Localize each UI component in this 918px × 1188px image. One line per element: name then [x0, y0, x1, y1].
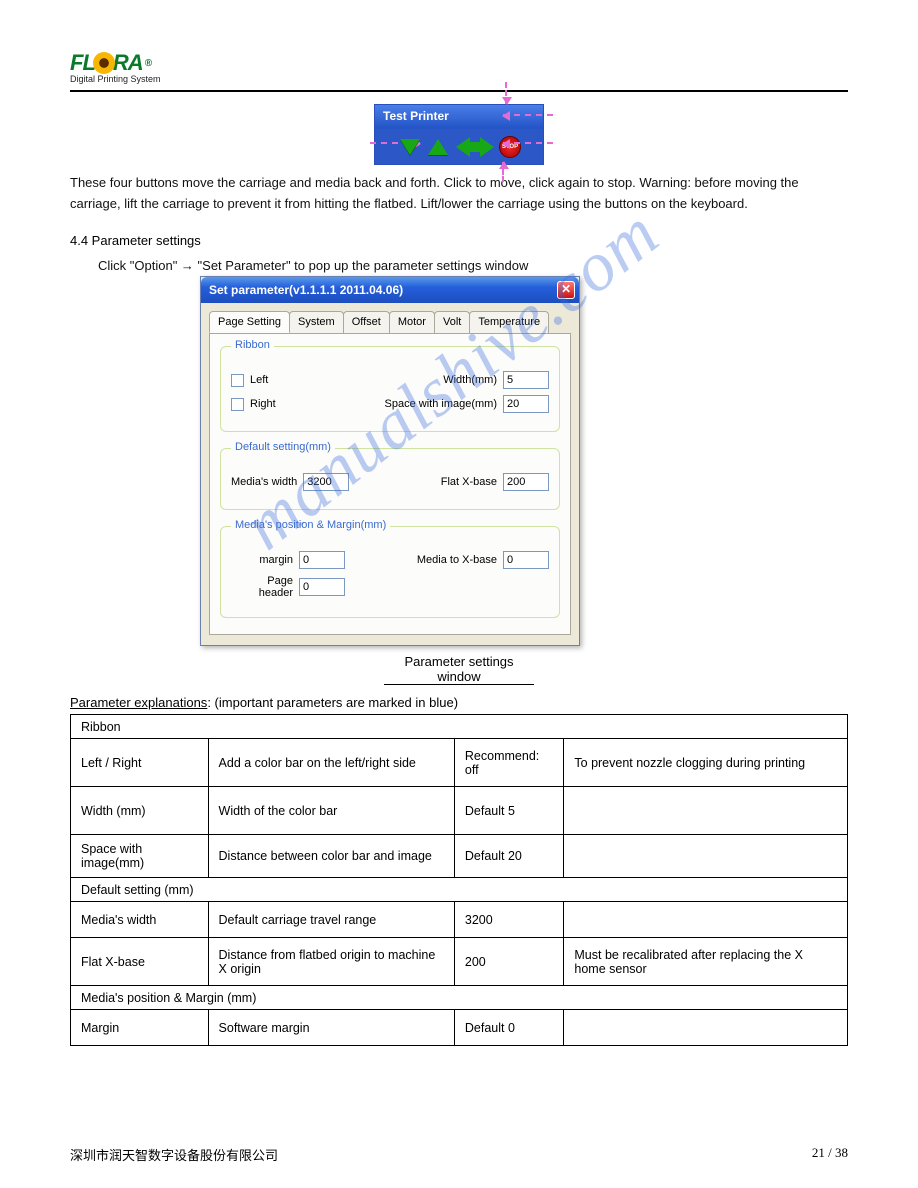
input-flat[interactable]	[503, 473, 549, 491]
explain-lead: Parameter explanations	[70, 695, 207, 710]
table-row: Left / Right Add a color bar on the left…	[71, 739, 848, 787]
explain-tail: : (important parameters are marked in bl…	[207, 695, 458, 710]
window-title: Set parameter(v1.1.1.1 2011.04.06)	[209, 283, 403, 297]
window-titlebar: Set parameter(v1.1.1.1 2011.04.06) ✕	[201, 277, 579, 303]
group-ribbon: Ribbon Left Width(mm) Right Space with i…	[220, 346, 560, 432]
group-margin-title: Media's position & Margin(mm)	[231, 519, 390, 531]
label-flat: Flat X-base	[441, 476, 497, 488]
table-row: Margin Software margin Default 0	[71, 1010, 848, 1046]
explain-heading: Parameter explanations: (important param…	[70, 695, 848, 710]
paragraph-1: These four buttons move the carriage and…	[70, 173, 848, 215]
input-space[interactable]	[503, 395, 549, 413]
set-parameter-window: Set parameter(v1.1.1.1 2011.04.06) ✕ Pag…	[200, 276, 580, 646]
table-row: Width (mm) Width of the color bar Defaul…	[71, 787, 848, 835]
dashed-pointer-right	[503, 142, 553, 144]
label-margin: margin	[231, 554, 293, 566]
close-button[interactable]: ✕	[557, 281, 575, 299]
move-down-button[interactable]	[397, 134, 423, 160]
label-left: Left	[250, 374, 268, 386]
table-row: Media's width Default carriage travel ra…	[71, 902, 848, 938]
checkbox-right[interactable]	[231, 398, 244, 411]
tab-system[interactable]: System	[289, 311, 344, 333]
dashed-pointer-bottom	[502, 162, 504, 182]
arrow-left-right-icon	[456, 137, 494, 157]
table-row: Space with image(mm) Distance between co…	[71, 835, 848, 878]
input-margin[interactable]	[299, 551, 345, 569]
tab-temperature[interactable]: Temperature	[469, 311, 549, 333]
logo-left: FL	[70, 50, 95, 76]
tab-body: Ribbon Left Width(mm) Right Space with i…	[209, 333, 571, 635]
section-heading: 4.4 Parameter settings	[70, 233, 848, 248]
footer-right: 21 / 38	[812, 1145, 848, 1164]
table-group-margin: Media's position & Margin (mm)	[71, 986, 848, 1010]
dashed-pointer-title	[503, 114, 553, 116]
arrow-up-icon	[428, 139, 448, 155]
page-header: FL RA ® Digital Printing System	[70, 50, 848, 84]
page-footer: 深圳市润天智数字设备股份有限公司 21 / 38	[0, 1145, 918, 1164]
group-default: Default setting(mm) Media's width Flat X…	[220, 448, 560, 510]
input-width[interactable]	[503, 371, 549, 389]
tabs: Page Setting System Offset Motor Volt Te…	[201, 303, 579, 333]
figure-caption: Parameter settings window	[70, 654, 848, 685]
label-right: Right	[250, 398, 276, 410]
input-page-header[interactable]	[299, 578, 345, 596]
input-media-to[interactable]	[503, 551, 549, 569]
table-group-ribbon: Ribbon	[71, 715, 848, 739]
logo-right: RA	[113, 50, 143, 76]
test-printer-toolbar: STOP	[375, 129, 543, 164]
sunflower-icon	[93, 52, 115, 74]
group-ribbon-title: Ribbon	[231, 339, 274, 351]
tab-offset[interactable]: Offset	[343, 311, 390, 333]
footer-left: 深圳市润天智数字设备股份有限公司	[70, 1145, 278, 1164]
paragraph-2: Click "Option" → "Set Parameter" to pop …	[70, 256, 848, 277]
test-printer-figure: Test Printer STOP	[70, 104, 848, 165]
move-left-right-button[interactable]	[453, 134, 497, 160]
checkbox-left[interactable]	[231, 374, 244, 387]
set-parameter-figure: Set parameter(v1.1.1.1 2011.04.06) ✕ Pag…	[200, 276, 848, 646]
params-table: Ribbon Left / Right Add a color bar on t…	[70, 714, 848, 1046]
table-group-default: Default setting (mm)	[71, 878, 848, 902]
label-space: Space with image(mm)	[385, 398, 497, 410]
label-media-width: Media's width	[231, 476, 297, 488]
input-media-width[interactable]	[303, 473, 349, 491]
header-divider	[70, 90, 848, 92]
move-up-button[interactable]	[425, 134, 451, 160]
group-margin: Media's position & Margin(mm) margin Med…	[220, 526, 560, 618]
tab-motor[interactable]: Motor	[389, 311, 435, 333]
registered-mark: ®	[145, 58, 151, 69]
group-default-title: Default setting(mm)	[231, 441, 335, 453]
tab-volt[interactable]: Volt	[434, 311, 470, 333]
test-printer-titlebar: Test Printer	[375, 105, 543, 129]
label-width: Width(mm)	[443, 374, 497, 386]
dashed-pointer-top	[505, 82, 507, 104]
label-media-to: Media to X-base	[417, 554, 497, 566]
figure-caption-text: Parameter settings window	[384, 654, 534, 685]
logo: FL RA ®	[70, 50, 151, 76]
arrow-down-icon	[400, 139, 420, 155]
logo-tagline: Digital Printing System	[70, 74, 161, 84]
label-page-header: Page header	[231, 575, 293, 599]
tab-page-setting[interactable]: Page Setting	[209, 311, 290, 333]
table-row: Flat X-base Distance from flatbed origin…	[71, 938, 848, 986]
